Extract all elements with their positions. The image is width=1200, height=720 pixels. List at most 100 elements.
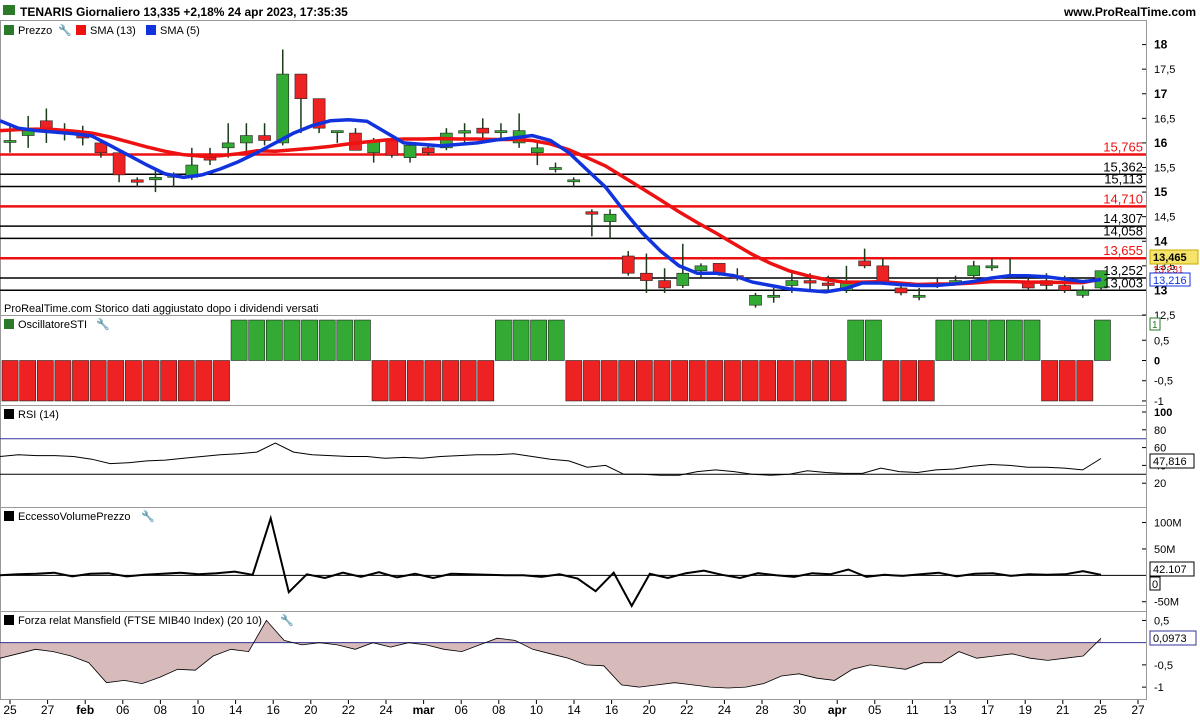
x-tick-label: 16 xyxy=(605,703,619,717)
wrench-icon[interactable]: 🔧 xyxy=(96,317,110,331)
sti-y-tick-label: 0,5 xyxy=(1154,335,1169,347)
rsi-legend-swatch xyxy=(4,409,14,419)
candle-body xyxy=(494,130,508,133)
sti-bar xyxy=(1,360,19,402)
x-tick-label: 08 xyxy=(492,703,506,717)
mansfield-legend-swatch xyxy=(4,615,14,625)
sti-bar xyxy=(195,360,213,402)
x-tick-label: 05 xyxy=(868,703,882,717)
sti-bar xyxy=(812,360,829,402)
candle-body xyxy=(567,179,580,183)
header-site[interactable]: www.ProRealTime.com xyxy=(1063,5,1196,19)
sti-bar xyxy=(953,319,970,361)
sti-y-tick-label: -0,5 xyxy=(1154,376,1173,388)
sti-bar xyxy=(741,360,759,402)
candle-body xyxy=(785,280,799,286)
sti-bar xyxy=(1076,360,1094,402)
price-y-tick-label: 14 xyxy=(1154,234,1168,248)
wrench-icon[interactable]: 🔧 xyxy=(141,509,155,523)
sti-bar xyxy=(318,319,336,361)
sti-bar xyxy=(230,319,248,361)
x-tick-label: 19 xyxy=(1019,703,1033,717)
x-tick-label: 08 xyxy=(154,703,168,717)
rsi-panel-frame xyxy=(0,405,1147,508)
sti-bar xyxy=(1005,319,1023,361)
chart-window: TENARIS Giornaliero 13,335 +2,18% 24 apr… xyxy=(0,0,1200,720)
candle-body xyxy=(549,167,562,170)
sti-bar xyxy=(970,319,988,361)
sti-bar xyxy=(354,319,371,361)
sma5-label: 13,216 xyxy=(1153,275,1187,287)
candle-body xyxy=(130,179,144,183)
mansfield-y-tick-label: -1 xyxy=(1154,682,1164,694)
x-tick-label: 14 xyxy=(567,703,581,717)
candle-body xyxy=(531,147,544,154)
sti-bar xyxy=(635,360,653,402)
candle-body xyxy=(767,295,781,298)
last-price-label: 13,465 xyxy=(1153,252,1187,264)
sti-bar xyxy=(477,360,495,402)
x-tick-label: 20 xyxy=(304,703,318,717)
legend-vol: EccessoVolumePrezzo xyxy=(18,511,131,523)
sti-bar xyxy=(371,360,389,402)
sti-bar xyxy=(688,360,706,402)
candle-body xyxy=(221,142,235,149)
price-y-tick-label: 17,5 xyxy=(1154,64,1175,76)
candle-body xyxy=(658,280,671,289)
candle-body xyxy=(621,255,635,274)
sti-bar xyxy=(19,360,37,402)
x-tick-label: 06 xyxy=(455,703,469,717)
sti-bar xyxy=(988,319,1006,361)
rsi-y-tick-label: 80 xyxy=(1154,425,1166,437)
rsi-value-label: 47,816 xyxy=(1153,456,1187,468)
vol-zero-label: 0 xyxy=(1152,579,1158,591)
sti-bar xyxy=(706,360,724,402)
rsi-y-tick-label: 20 xyxy=(1154,478,1166,490)
sti-bar xyxy=(618,360,636,402)
header-icon xyxy=(3,5,15,15)
sti-bar xyxy=(495,319,512,361)
legend-rsi: RSI (14) xyxy=(18,409,59,421)
sti-bar xyxy=(1058,360,1076,402)
sti-bar xyxy=(301,319,318,361)
candle-body xyxy=(294,73,308,99)
price-y-tick-label: 17 xyxy=(1154,87,1168,101)
price-y-tick-label: 16,5 xyxy=(1154,113,1175,125)
support-label: 15,113 xyxy=(1104,172,1143,187)
x-tick-label: mar xyxy=(413,703,435,717)
sti-bar xyxy=(406,360,424,402)
rsi-y-tick-label: 100 xyxy=(1154,407,1172,419)
x-tick-label: 27 xyxy=(41,703,55,717)
vol-y-tick-label: 50M xyxy=(1154,544,1175,556)
legend-price: Prezzo xyxy=(18,25,52,37)
vol-y-tick-label: -50M xyxy=(1154,597,1179,609)
candle-body xyxy=(640,272,653,281)
x-tick-label: 06 xyxy=(116,703,130,717)
wrench-icon[interactable]: 🔧 xyxy=(280,613,294,627)
candle-body xyxy=(912,295,926,298)
candle-body xyxy=(876,265,890,281)
sti-bar xyxy=(530,319,547,361)
legend-sma5: SMA (5) xyxy=(160,25,200,37)
sma13-legend-swatch xyxy=(76,25,86,35)
sti-bar xyxy=(583,360,600,402)
x-tick-label: 24 xyxy=(379,703,393,717)
mansfield-y-tick-label: 0,5 xyxy=(1154,615,1169,627)
x-tick-label: 28 xyxy=(755,703,769,717)
x-tick-label: apr xyxy=(828,703,847,717)
x-tick-label: 27 xyxy=(1131,703,1145,717)
candle-body xyxy=(276,73,290,144)
price-legend: Prezzo 🔧 SMA (13) SMA (5) xyxy=(4,23,200,37)
candle-body xyxy=(3,140,17,143)
sti-bar xyxy=(935,319,953,361)
level-labels: 15,76514,71013,65515,36215,11314,30714,0… xyxy=(1103,139,1143,290)
wrench-icon[interactable]: 🔧 xyxy=(58,23,72,37)
price-y-tick-label: 16 xyxy=(1154,136,1168,150)
x-tick-label: 20 xyxy=(643,703,657,717)
price-y-tick-label: 18 xyxy=(1154,38,1168,52)
legend-mansfield: Forza relat Mansfield (FTSE MIB40 Index)… xyxy=(18,615,262,627)
x-tick-label: 16 xyxy=(267,703,281,717)
candle-body xyxy=(476,127,490,134)
candle-body xyxy=(694,265,708,272)
sti-bar xyxy=(794,360,812,402)
